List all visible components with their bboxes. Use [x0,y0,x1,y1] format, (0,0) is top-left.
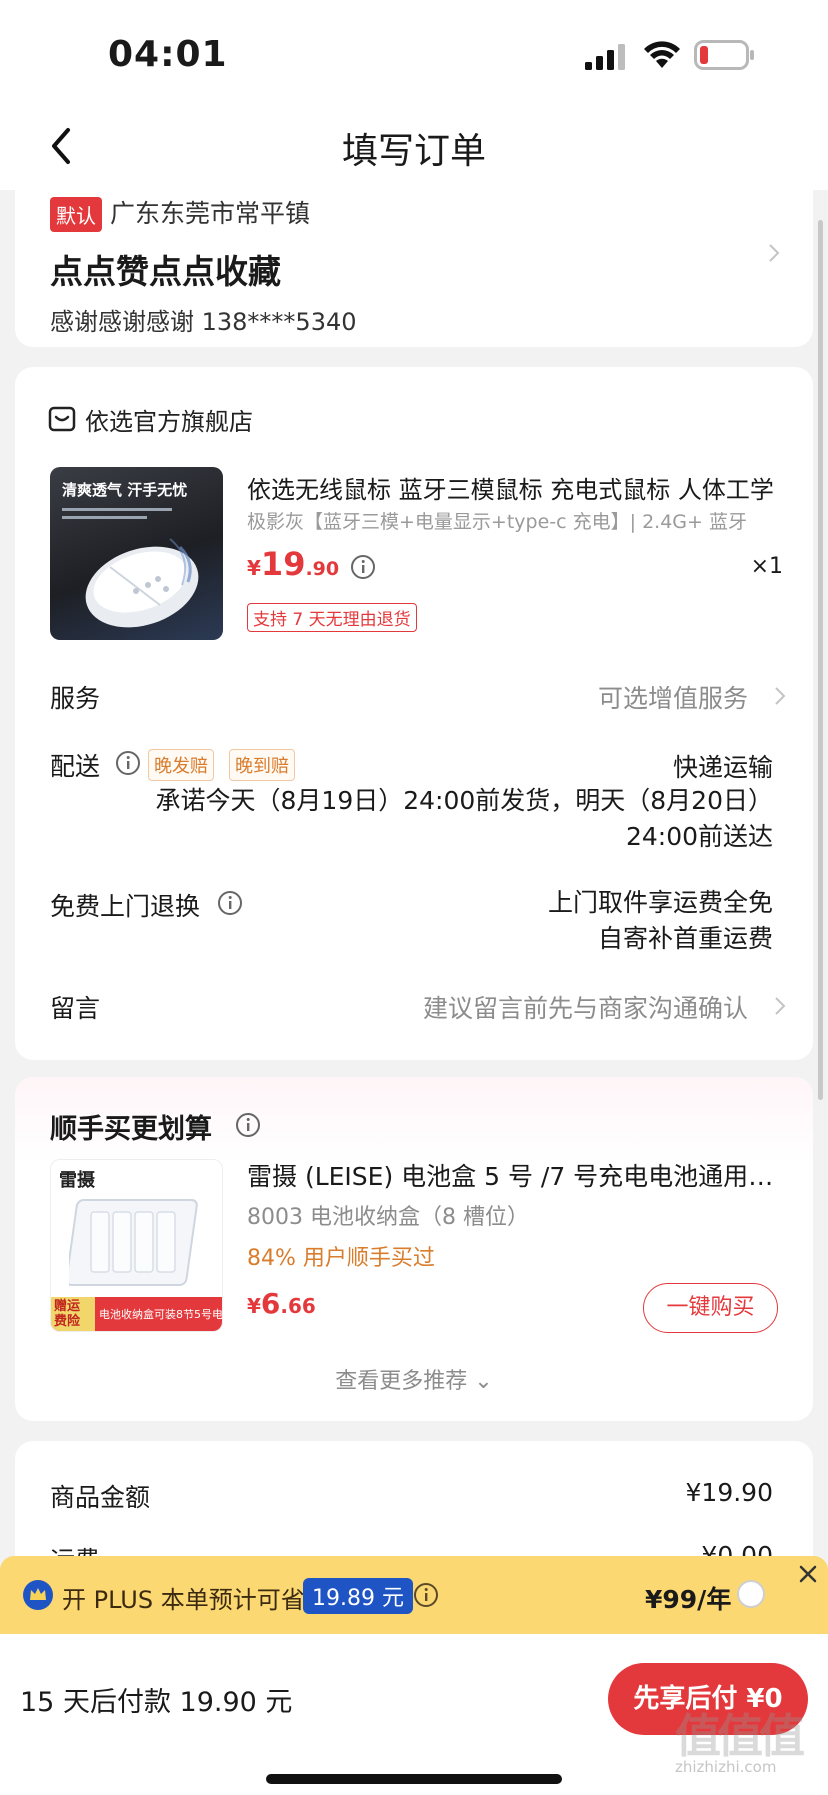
note-input[interactable]: 建议留言前先与商家沟通确认 [423,989,748,1025]
delivery-promise-line1: 承诺今天（8月19日）24:00前发货，明天（8月20日） [155,786,773,815]
info-icon[interactable] [350,554,376,580]
bundle-brand-logo: 雷摄 [59,1170,95,1191]
shipping-insurance-badge: 赠运费险 [51,1297,95,1331]
home-indicator[interactable] [266,1774,562,1784]
note-label: 留言 [50,994,101,1023]
product-image-caption-lines [62,508,172,519]
late-arrive-badge: 晚到赔 [229,749,295,781]
watermark-logo: 值值值 [675,1709,805,1763]
bundle-product-name[interactable]: 雷摄 (LEISE) 电池盒 5 号 /7 号充电电池通用收纳盒 [247,1157,787,1193]
recipient-name: 点点赞点点收藏 [50,252,281,291]
wifi-icon [644,41,680,68]
plus-annual-price: ¥99/年 [645,1585,732,1614]
delivery-promise: 承诺今天（8月19日）24:00前发货，明天（8月20日） 24:00前送达 [153,783,773,855]
status-bar: 04:01 [0,0,828,100]
info-icon[interactable] [235,1112,261,1138]
bundle-title: 顺手买更划算 [50,1114,212,1145]
one-click-buy-button[interactable]: 一键购买 [643,1283,778,1333]
default-address-badge: 默认 [50,197,102,232]
plus-membership-banner[interactable]: 开 PLUS 本单预计可省 19.89 元 ¥99/年 [0,1556,828,1634]
delivery-method[interactable]: 快递运输 [673,748,773,784]
price-integer: 19 [260,545,306,583]
chevron-right-icon [769,244,780,262]
service-label: 服务 [50,684,101,713]
bundle-recommendation-card: 顺手买更划算 雷摄 赠运费险 电池收纳盒可装8节5号电池 雷摄 (LEISE) … [15,1077,813,1421]
watermark-url: zhizhizhi.com [675,1758,777,1776]
product-quantity: ×1 [750,554,783,579]
plus-select-radio[interactable] [737,1580,765,1608]
free-return-line1: 上门取件享运费全免 [547,888,773,917]
free-return-line2: 自寄补首重运费 [597,924,773,953]
scrollbar[interactable] [818,220,823,1100]
chevron-right-icon[interactable] [773,685,787,707]
recipient-contact: 感谢感谢感谢 138****5340 [50,308,357,336]
free-return-label: 免费上门退换 [50,892,201,921]
pay-later-text: 15 天后付款 19.90 元 [20,1687,293,1718]
bundle-ribbon-text: 电池收纳盒可装8节5号电池 [99,1308,223,1321]
price-integer: 6 [260,1287,281,1320]
battery-box-illustration [69,1199,198,1286]
bundle-social-proof: 84% 用户顺手买过 [247,1246,435,1271]
more-recommendations-link[interactable]: 查看更多推荐 ⌄ [15,1363,813,1395]
watermark: 值值值 zhizhizhi.com [675,1700,825,1780]
bundle-image-ribbon: 赠运费险 电池收纳盒可装8节5号电池 [51,1297,223,1331]
plus-savings-badge: 19.89 元 [303,1578,413,1614]
address-region: 广东东莞市常平镇 [110,199,311,228]
status-time: 04:01 [108,34,228,75]
mouse-illustration [85,538,199,628]
product-image-headline: 清爽透气 汗手无忧 [62,481,188,499]
info-icon[interactable] [115,750,141,776]
info-icon[interactable] [413,1582,439,1608]
price-decimal: .66 [280,1294,316,1318]
chevron-right-icon[interactable] [773,995,787,1017]
battery-icon [694,40,754,70]
goods-amount-value: ¥19.90 [685,1478,773,1507]
goods-amount-label: 商品金额 [50,1483,151,1512]
return-policy-badge: 支持 7 天无理由退货 [247,603,417,632]
service-value[interactable]: 可选增值服务 [598,679,748,715]
bundle-price: ¥6.66 [247,1287,316,1320]
crown-icon [23,1580,53,1610]
product-price: ¥19.90 [247,545,339,583]
price-currency: ¥ [247,1294,261,1318]
nav-bar: 填写订单 [0,100,828,190]
product-image[interactable]: 清爽透气 汗手无忧 [50,467,223,640]
delivery-label: 配送 [50,752,101,781]
page-title: 填写订单 [341,131,486,172]
late-ship-badge: 晚发赔 [148,749,214,781]
product-title[interactable]: 依选无线鼠标 蓝牙三模鼠标 充电式鼠标 人体工学 [247,470,787,505]
order-card: 依选官方旗舰店 清爽透气 汗手无忧 依选无线鼠标 蓝牙三模鼠标 充电式鼠标 人体… [15,367,813,1060]
address-card[interactable]: 默认 广东东莞市常平镇 点点赞点点收藏 感谢感谢感谢 138****5340 [15,180,813,347]
product-spec[interactable]: 极影灰【蓝牙三模+电量显示+type-c 充电】| 2.4G+ 蓝牙 [247,507,787,534]
free-return-value: 上门取件享运费全免 自寄补首重运费 [548,885,773,957]
store-icon [48,406,76,432]
signal-icon [585,44,625,70]
bundle-product-spec: 8003 电池收纳盒（8 槽位） [247,1205,529,1230]
price-currency: ¥ [247,556,261,580]
bundle-product-image[interactable]: 雷摄 赠运费险 电池收纳盒可装8节5号电池 [50,1159,223,1332]
info-icon[interactable] [217,890,243,916]
plus-promo-text: 开 PLUS 本单预计可省 [62,1586,305,1614]
delivery-promise-line2: 24:00前送达 [625,822,773,851]
store-name[interactable]: 依选官方旗舰店 [85,402,253,437]
price-decimal: .90 [305,558,340,580]
close-icon[interactable] [792,1558,824,1590]
